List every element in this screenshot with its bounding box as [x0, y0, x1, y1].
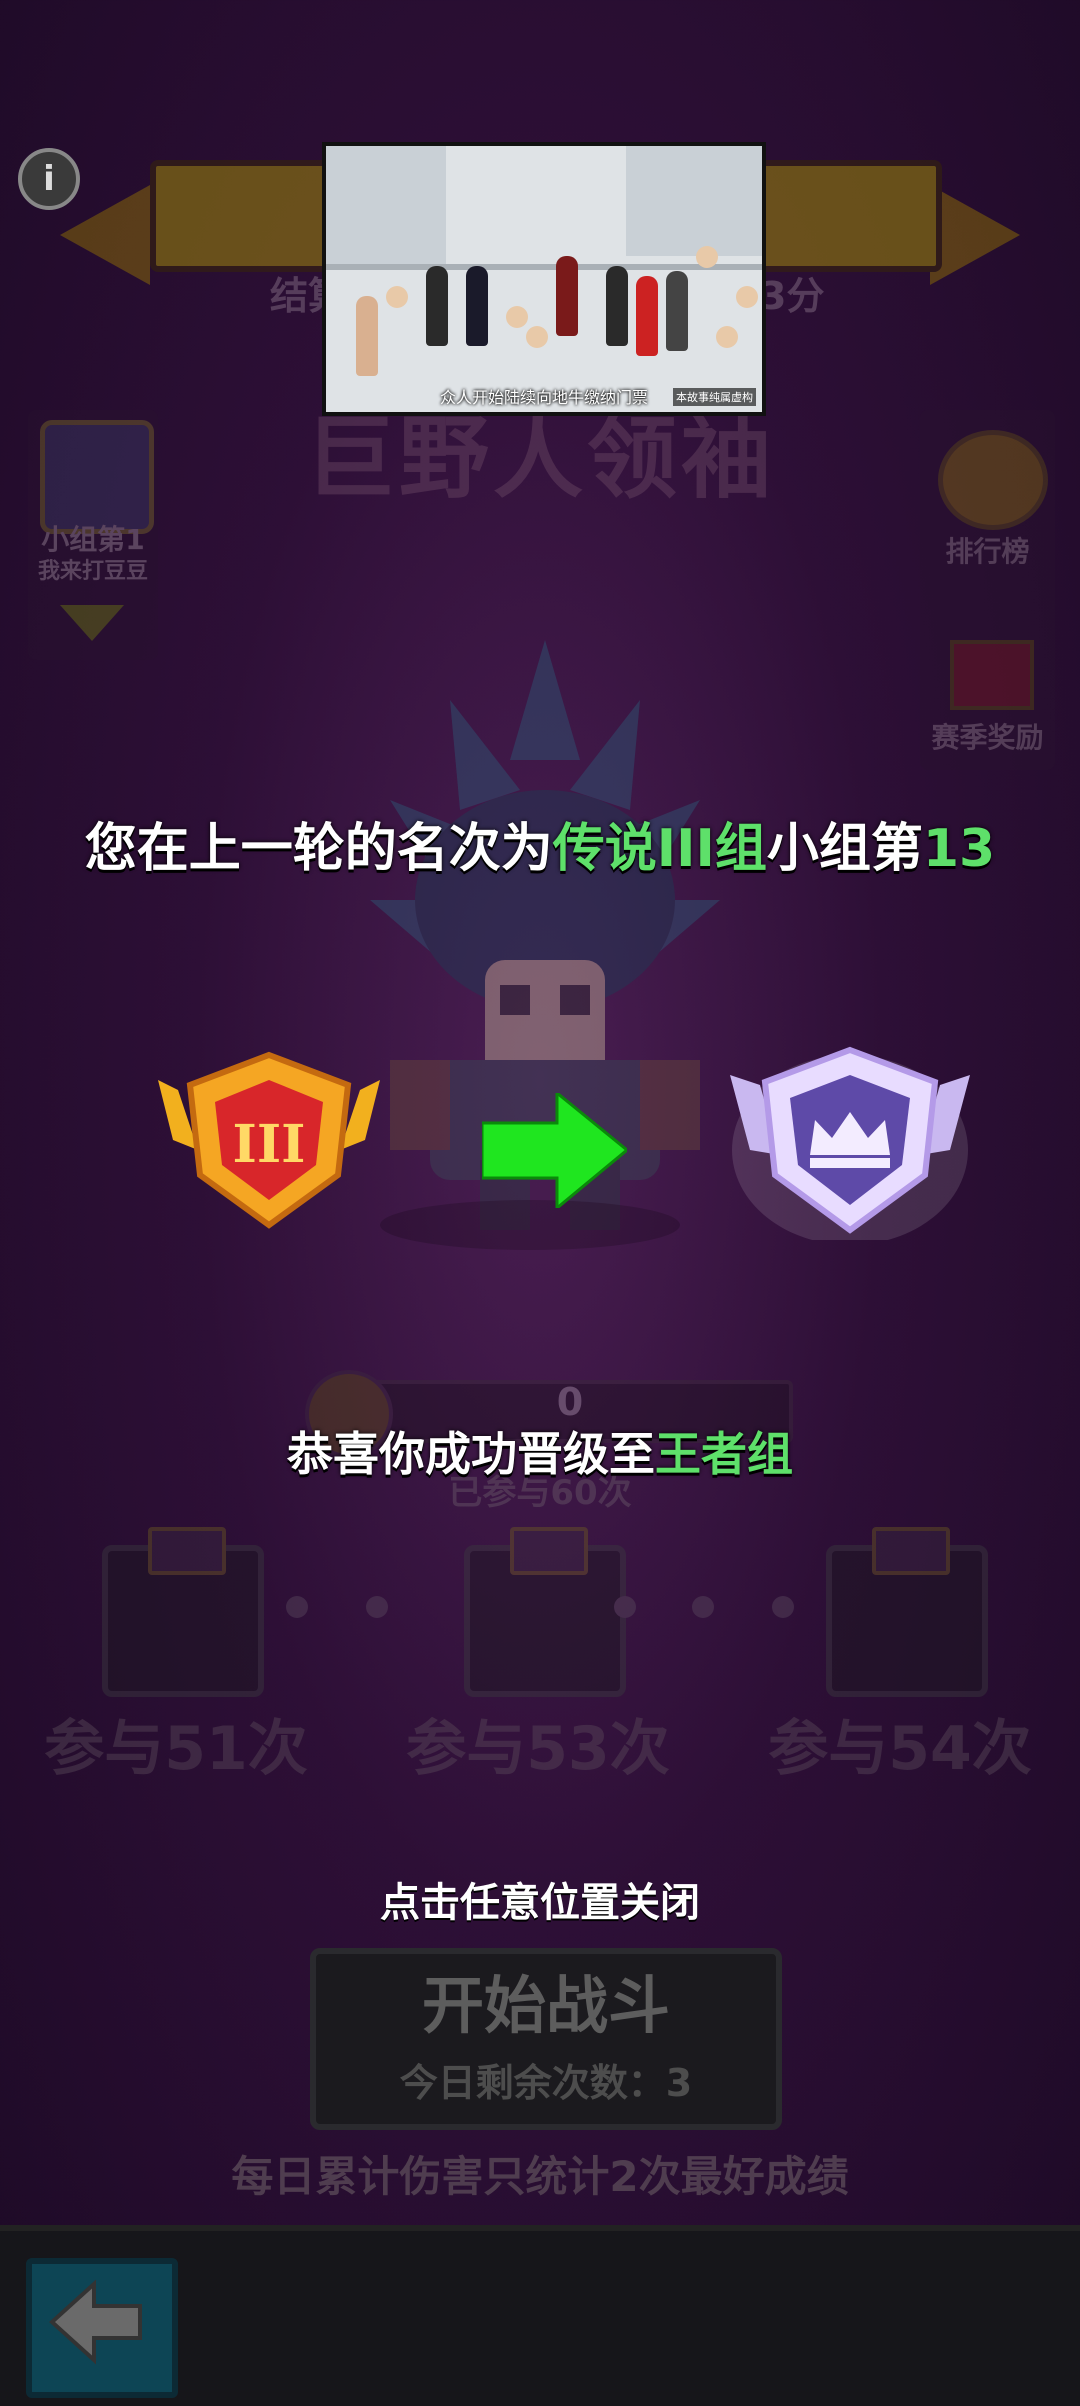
group-player-name: 我来打豆豆 — [37, 559, 148, 584]
result-prefix: 您在上一轮的名次为 — [84, 819, 553, 879]
expand-down-icon[interactable] — [60, 605, 124, 641]
video-disclaimer: 本故事纯属虚构 — [673, 388, 756, 406]
leaderboard-icon[interactable] — [938, 430, 1048, 530]
figure — [356, 296, 378, 376]
reward-chest[interactable] — [102, 1527, 264, 1697]
daily-damage-note: 每日累计伤害只统计2次最好成绩 — [231, 2152, 849, 2201]
progress-dot — [772, 1596, 794, 1618]
figure-head — [696, 246, 718, 268]
progress-dot — [366, 1596, 388, 1618]
chest-label: 参与51次 — [44, 1714, 308, 1784]
figure-head — [386, 286, 408, 308]
group-avatar — [40, 420, 154, 534]
figure — [556, 256, 578, 336]
prev-arrow-icon[interactable] — [60, 185, 150, 285]
group-rank-label: 小组第1 — [41, 523, 145, 556]
video-overlay[interactable]: 众人开始陆续向地牛缴纳门票 本故事纯属虚构 — [322, 142, 766, 416]
chest-lid — [148, 1527, 226, 1575]
figure — [466, 266, 488, 346]
chest-lid — [872, 1527, 950, 1575]
figure — [606, 266, 628, 346]
figure-head — [506, 306, 528, 328]
remaining-attempts: 今日剩余次数：3 — [399, 2061, 693, 2105]
result-group: 传说III组 — [552, 819, 767, 879]
figure-head — [526, 326, 548, 348]
progress-dot — [286, 1596, 308, 1618]
progress-dot — [614, 1596, 636, 1618]
figure — [636, 276, 658, 356]
king-crown-badge-icon — [730, 1046, 970, 1240]
gift-icon[interactable] — [950, 640, 1034, 710]
building-left — [326, 146, 446, 266]
legend-iii-badge-icon: III — [158, 1051, 380, 1229]
promotion-message: 恭喜你成功晋级至王者组 — [0, 1418, 1080, 1484]
promotion-arrow-icon — [482, 1093, 627, 1208]
info-icon[interactable]: i — [18, 148, 80, 210]
chest-label: 参与53次 — [406, 1714, 670, 1784]
badge-numeral: III — [233, 1114, 306, 1175]
start-battle-label: 开始战斗 — [421, 1969, 670, 2042]
reward-chest[interactable] — [826, 1527, 988, 1697]
chest-lid — [510, 1527, 588, 1575]
back-arrow-icon — [49, 2279, 142, 2365]
leaderboard-label[interactable]: 排行榜 — [920, 530, 1055, 570]
close-hint[interactable]: 点击任意位置关闭 — [0, 1870, 1080, 1928]
wall-line — [326, 264, 762, 270]
figure — [426, 266, 448, 346]
result-rank: 13 — [922, 819, 996, 879]
figure-head — [736, 286, 758, 308]
promo-group: 王者组 — [655, 1427, 793, 1481]
last-round-result: 您在上一轮的名次为传说III组小组第13 — [0, 806, 1080, 881]
result-middle: 小组第 — [766, 819, 923, 879]
next-arrow-icon[interactable] — [930, 185, 1020, 285]
figure — [666, 271, 688, 351]
back-button[interactable] — [26, 2258, 178, 2398]
building-right — [626, 146, 762, 256]
banner-sub-right: 3分 — [760, 274, 825, 318]
figure-head — [716, 326, 738, 348]
progress-dot — [692, 1596, 714, 1618]
season-reward-label[interactable]: 赛季奖励 — [920, 716, 1055, 756]
reward-chest[interactable] — [464, 1527, 626, 1697]
chest-label: 参与54次 — [768, 1714, 1032, 1784]
promo-prefix: 恭喜你成功晋级至 — [287, 1427, 655, 1481]
